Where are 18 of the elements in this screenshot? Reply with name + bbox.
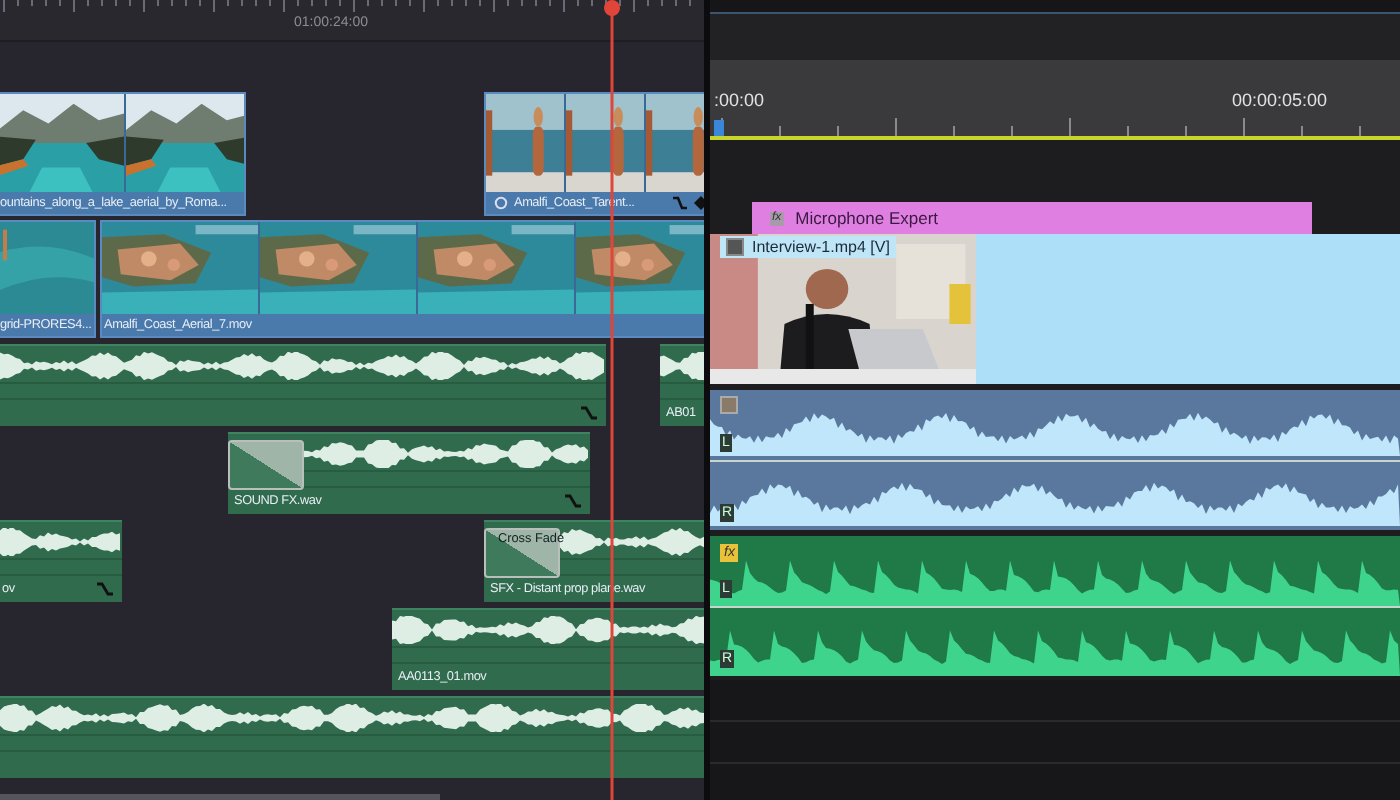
- fade-box[interactable]: [228, 440, 304, 490]
- audio-clip[interactable]: [0, 696, 704, 778]
- clip-label: Microphone Expert: [795, 208, 939, 228]
- clip-label: Interview-1.mp4 [V]: [752, 238, 890, 256]
- waveform: [0, 528, 122, 556]
- waveform: [660, 352, 704, 380]
- time-label: 00:00:05:00: [1232, 90, 1328, 110]
- curve-icon[interactable]: [672, 196, 688, 210]
- clip-link-icon: [494, 196, 508, 210]
- time-label: :00:00: [714, 90, 765, 110]
- scrollbar[interactable]: [0, 794, 440, 800]
- curve-icon[interactable]: [580, 406, 598, 420]
- curve-icon[interactable]: [564, 494, 582, 508]
- curve-icon[interactable]: [96, 582, 114, 596]
- audio-clip[interactable]: [0, 344, 606, 426]
- video-clip[interactable]: Interview-1.mp4 [V]: [710, 234, 1400, 384]
- clip-icon: [720, 396, 738, 414]
- film-icon: [726, 238, 744, 256]
